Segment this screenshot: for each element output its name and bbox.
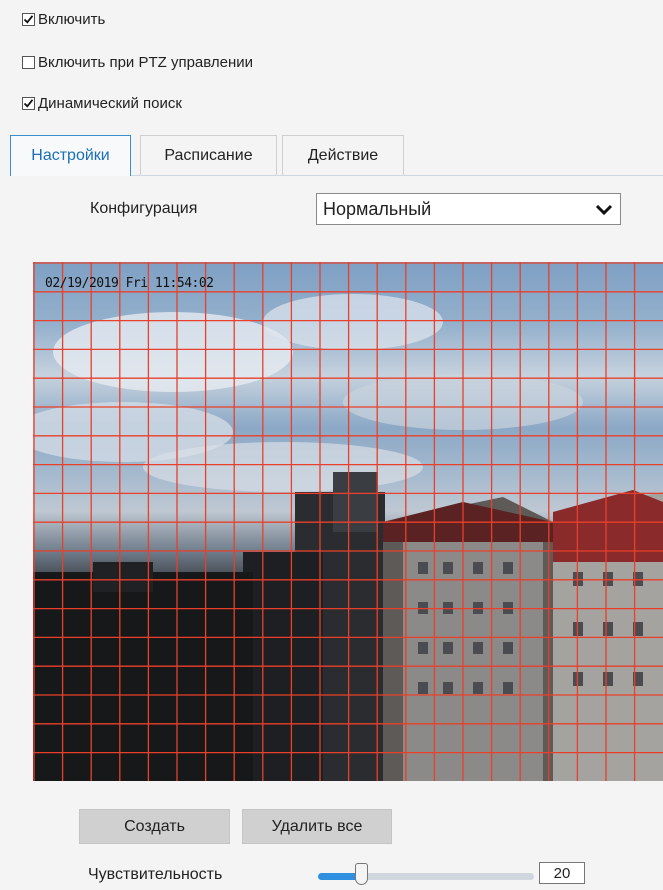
dynamic-search-option[interactable]: Динамический поиск bbox=[22, 93, 182, 113]
tab-action[interactable]: Действие bbox=[282, 135, 404, 175]
enable-checkbox[interactable] bbox=[22, 12, 35, 26]
enable-option[interactable]: Включить bbox=[22, 9, 105, 29]
sensitivity-slider-track[interactable] bbox=[318, 873, 534, 880]
sensitivity-slider-handle[interactable] bbox=[355, 863, 369, 885]
chevron-down-icon bbox=[595, 204, 613, 216]
create-button[interactable]: Создать bbox=[79, 809, 230, 844]
enable-ptz-option[interactable]: Включить при PTZ управлении bbox=[22, 52, 253, 72]
sensitivity-label: Чувствительность bbox=[88, 866, 223, 883]
sensitivity-value-input[interactable]: 20 bbox=[539, 862, 585, 884]
enable-ptz-label: Включить при PTZ управлении bbox=[38, 53, 254, 71]
enable-ptz-checkbox[interactable] bbox=[22, 55, 35, 69]
checkmark-icon bbox=[23, 14, 34, 24]
tab-settings[interactable]: Настройки bbox=[10, 135, 131, 176]
delete-all-button[interactable]: Удалить все bbox=[242, 809, 392, 844]
video-timestamp: 02/19/2019 Fri 11:54:02 bbox=[45, 276, 214, 291]
camera-scene-image bbox=[33, 262, 663, 781]
enable-label: Включить bbox=[38, 10, 106, 28]
checkmark-icon bbox=[23, 98, 34, 108]
dynamic-search-label: Динамический поиск bbox=[38, 94, 182, 112]
configuration-label: Конфигурация bbox=[90, 200, 198, 217]
dynamic-search-checkbox[interactable] bbox=[22, 96, 35, 110]
tab-schedule[interactable]: Расписание bbox=[140, 135, 277, 175]
tab-bar: Настройки Расписание Действие bbox=[10, 135, 663, 176]
configuration-select[interactable]: Нормальный bbox=[316, 193, 621, 225]
video-preview[interactable]: 02/19/2019 Fri 11:54:02 bbox=[33, 262, 663, 781]
configuration-value: Нормальный bbox=[323, 198, 432, 219]
